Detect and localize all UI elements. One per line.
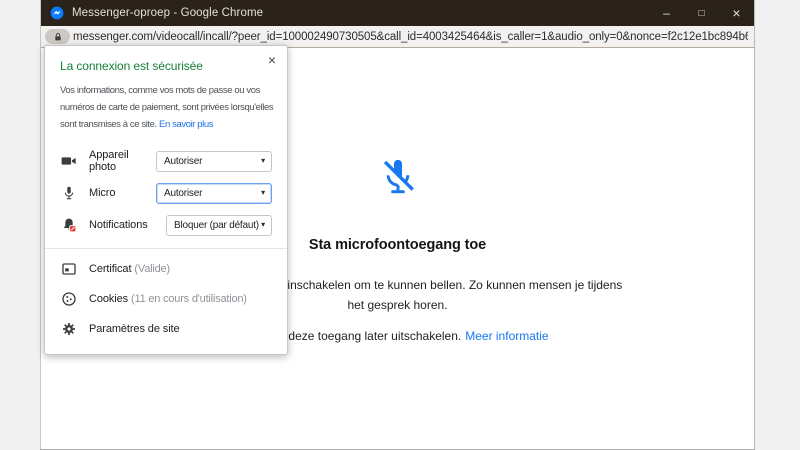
dropdown-value: Bloquer (par défaut) — [174, 219, 259, 231]
chevron-down-icon: ▾ — [261, 188, 265, 197]
menu-item-label: Certificat — [89, 263, 132, 275]
minimize-button[interactable]: – — [649, 0, 684, 26]
site-info-list: Certificat (Valide) Cookies (11 en cours… — [60, 254, 272, 344]
dropdown-value: Autoriser — [164, 187, 203, 199]
window-titlebar[interactable]: Messenger-oproep - Google Chrome – □ × — [41, 0, 754, 26]
popup-description-line: Vos informations, comme vos mots de pass… — [60, 85, 260, 96]
window-title: Messenger-oproep - Google Chrome — [72, 7, 264, 19]
cookies-menu-item[interactable]: Cookies (11 en cours d'utilisation) — [60, 284, 272, 314]
notifications-permission-row: Notifications Bloquer (par défaut) ▾ — [60, 209, 272, 241]
close-button[interactable]: × — [719, 0, 754, 26]
popup-title: La connexion est sécurisée — [60, 59, 203, 73]
popup-description: Vos informations, comme vos mots de pass… — [60, 82, 274, 133]
cookie-icon — [60, 291, 77, 307]
site-settings-menu-item[interactable]: Paramètres de site — [60, 314, 272, 344]
microphone-permission-dropdown[interactable]: Autoriser ▾ — [156, 182, 272, 204]
camera-permission-row: Appareil photo Autoriser ▾ — [60, 145, 272, 177]
certificate-menu-item[interactable]: Certificat (Valide) — [60, 254, 272, 284]
chevron-down-icon: ▾ — [261, 220, 265, 229]
chrome-popup-window: Messenger-oproep - Google Chrome – □ × m… — [40, 0, 755, 450]
menu-item-label: Paramètres de site — [89, 323, 180, 335]
popup-close-icon[interactable]: × — [268, 53, 276, 67]
permission-label: Appareil photo — [89, 149, 129, 173]
permission-label: Micro — [89, 187, 116, 199]
microphone-permission-row: Micro Autoriser ▾ — [60, 177, 272, 209]
gear-icon — [60, 321, 77, 337]
window-controls: – □ × — [649, 0, 754, 26]
site-security-popup: × La connexion est sécurisée Vos informa… — [44, 45, 288, 355]
en-savoir-plus-link[interactable]: En savoir plus — [159, 119, 213, 130]
certificate-icon — [60, 261, 77, 277]
popup-divider — [45, 248, 287, 249]
permission-label: Notifications — [89, 219, 148, 231]
chevron-down-icon: ▾ — [261, 156, 265, 165]
popup-description-line: numéros de carte de paiement, sont privé… — [60, 102, 274, 113]
menu-item-detail: (Valide) — [134, 263, 170, 275]
microphone-icon — [60, 185, 77, 201]
url-text: messenger.com/videocall/incall/?peer_id=… — [73, 30, 748, 43]
notifications-blocked-icon — [60, 217, 77, 233]
microphone-muted-icon — [380, 159, 414, 195]
padlock-icon[interactable] — [45, 29, 70, 44]
popup-description-line: sont transmises à ce site. En savoir plu… — [60, 119, 214, 130]
camera-icon — [60, 153, 77, 169]
dropdown-value: Autoriser — [164, 155, 203, 167]
maximize-button[interactable]: □ — [684, 0, 719, 26]
meer-informatie-link[interactable]: Meer informatie — [465, 329, 548, 343]
notifications-permission-dropdown[interactable]: Bloquer (par défaut) ▾ — [166, 214, 272, 236]
messenger-icon — [50, 6, 64, 20]
menu-item-label: Cookies — [89, 293, 129, 305]
permission-list: Appareil photo Autoriser ▾ Micro Autoris… — [60, 145, 272, 241]
menu-item-detail: (11 en cours d'utilisation) — [131, 293, 247, 305]
camera-permission-dropdown[interactable]: Autoriser ▾ — [156, 150, 272, 172]
